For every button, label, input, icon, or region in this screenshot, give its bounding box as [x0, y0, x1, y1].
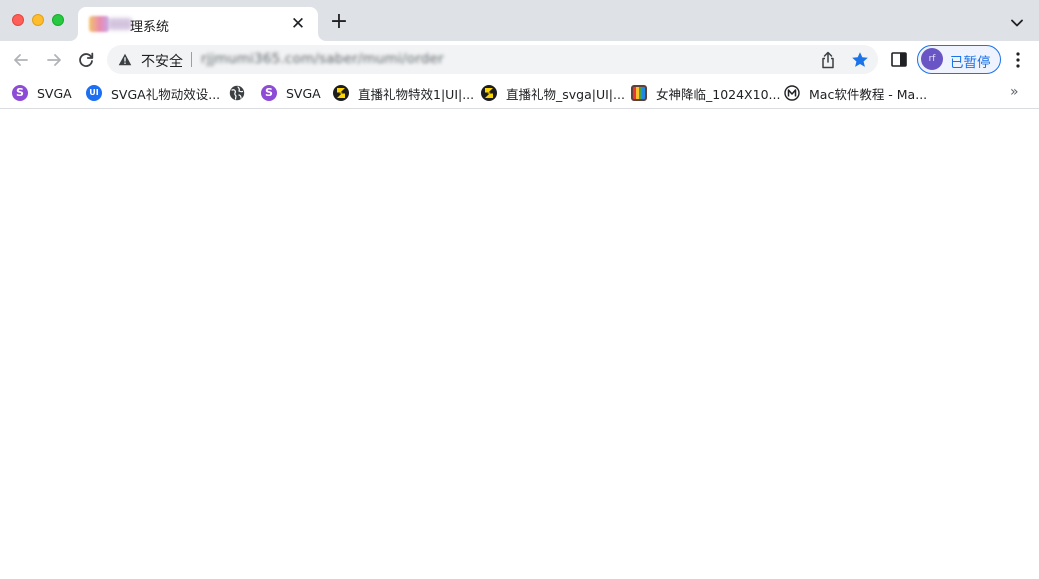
- bookmark-item[interactable]: Mac软件教程 - Ma...: [784, 82, 927, 104]
- window-minimize-button[interactable]: [32, 14, 44, 26]
- tab-strip: 理系统 ✕ +: [0, 0, 1039, 41]
- globe-icon: [229, 85, 245, 101]
- bookmark-label: SVGA礼物动效设...: [111, 86, 221, 102]
- not-secure-label[interactable]: 不安全: [141, 51, 183, 71]
- bookmark-label: Mac软件教程 - Ma...: [809, 86, 928, 102]
- side-panel-icon[interactable]: [891, 52, 907, 67]
- bookmark-item[interactable]: UI SVGA礼物动效设...: [86, 82, 220, 104]
- svga-s-icon: S: [12, 85, 28, 101]
- bookmark-label: 直播礼物_svga|UI|...: [506, 86, 625, 102]
- zcool-icon: [481, 85, 497, 101]
- tab-close-button[interactable]: ✕: [288, 14, 308, 34]
- more-vert-icon[interactable]: [1012, 51, 1024, 69]
- address-bar[interactable]: 不安全 rjjmumi365.com/saber/mumi/order: [107, 45, 878, 74]
- bookmark-item[interactable]: 直播礼物_svga|UI|...: [481, 82, 625, 104]
- browser-tab-active[interactable]: 理系统 ✕: [78, 7, 318, 41]
- bookmark-star-icon[interactable]: [851, 51, 869, 69]
- mac-m-icon: [784, 85, 800, 101]
- tab-title: 理系统: [130, 20, 170, 35]
- bookmarks-bar: S SVGA UI SVGA礼物动效设... S SVGA 直播礼物特效1|UI…: [0, 78, 1039, 109]
- bookmark-label: 直播礼物特效1|UI|...: [358, 86, 475, 102]
- bookmark-item[interactable]: S SVGA: [12, 82, 72, 104]
- bookmark-item[interactable]: 女神降临_1024X10...: [631, 82, 780, 104]
- bookmark-label: SVGA: [286, 85, 321, 101]
- bookmark-label: SVGA: [37, 85, 72, 101]
- url-text[interactable]: rjjmumi365.com/saber/mumi/order: [201, 51, 444, 67]
- bookmark-item[interactable]: S SVGA: [261, 82, 321, 104]
- profile-status-label: 已暂停: [950, 55, 991, 71]
- bookmark-label: 女神降临_1024X10...: [656, 86, 781, 102]
- ui-logo-icon: UI: [86, 85, 102, 101]
- window-close-button[interactable]: [12, 14, 24, 26]
- bookmarks-overflow-button[interactable]: »: [1010, 84, 1019, 100]
- svga-s-icon: S: [261, 85, 277, 101]
- zcool-icon: [333, 85, 349, 101]
- new-tab-button[interactable]: +: [328, 11, 350, 33]
- profile-sync-paused-button[interactable]: rf 已暂停: [917, 45, 1001, 74]
- avatar: rf: [921, 48, 943, 70]
- reload-icon[interactable]: [75, 49, 97, 71]
- address-divider: [191, 52, 192, 67]
- page-content: [0, 110, 1039, 579]
- forward-arrow-icon[interactable]: [43, 49, 65, 71]
- site-favicon-icon: [89, 16, 109, 32]
- bookmark-item[interactable]: [229, 82, 245, 104]
- window-maximize-button[interactable]: [52, 14, 64, 26]
- tab-search-chevron-icon[interactable]: [1008, 14, 1026, 32]
- bookmark-item[interactable]: 直播礼物特效1|UI|...: [333, 82, 474, 104]
- warning-triangle-icon[interactable]: [118, 53, 132, 66]
- back-arrow-icon[interactable]: [10, 49, 32, 71]
- share-icon[interactable]: [820, 51, 836, 69]
- tv-icon: [631, 85, 647, 101]
- tab-title-redacted: [108, 18, 132, 30]
- browser-toolbar: 不安全 rjjmumi365.com/saber/mumi/order rf 已…: [0, 41, 1039, 78]
